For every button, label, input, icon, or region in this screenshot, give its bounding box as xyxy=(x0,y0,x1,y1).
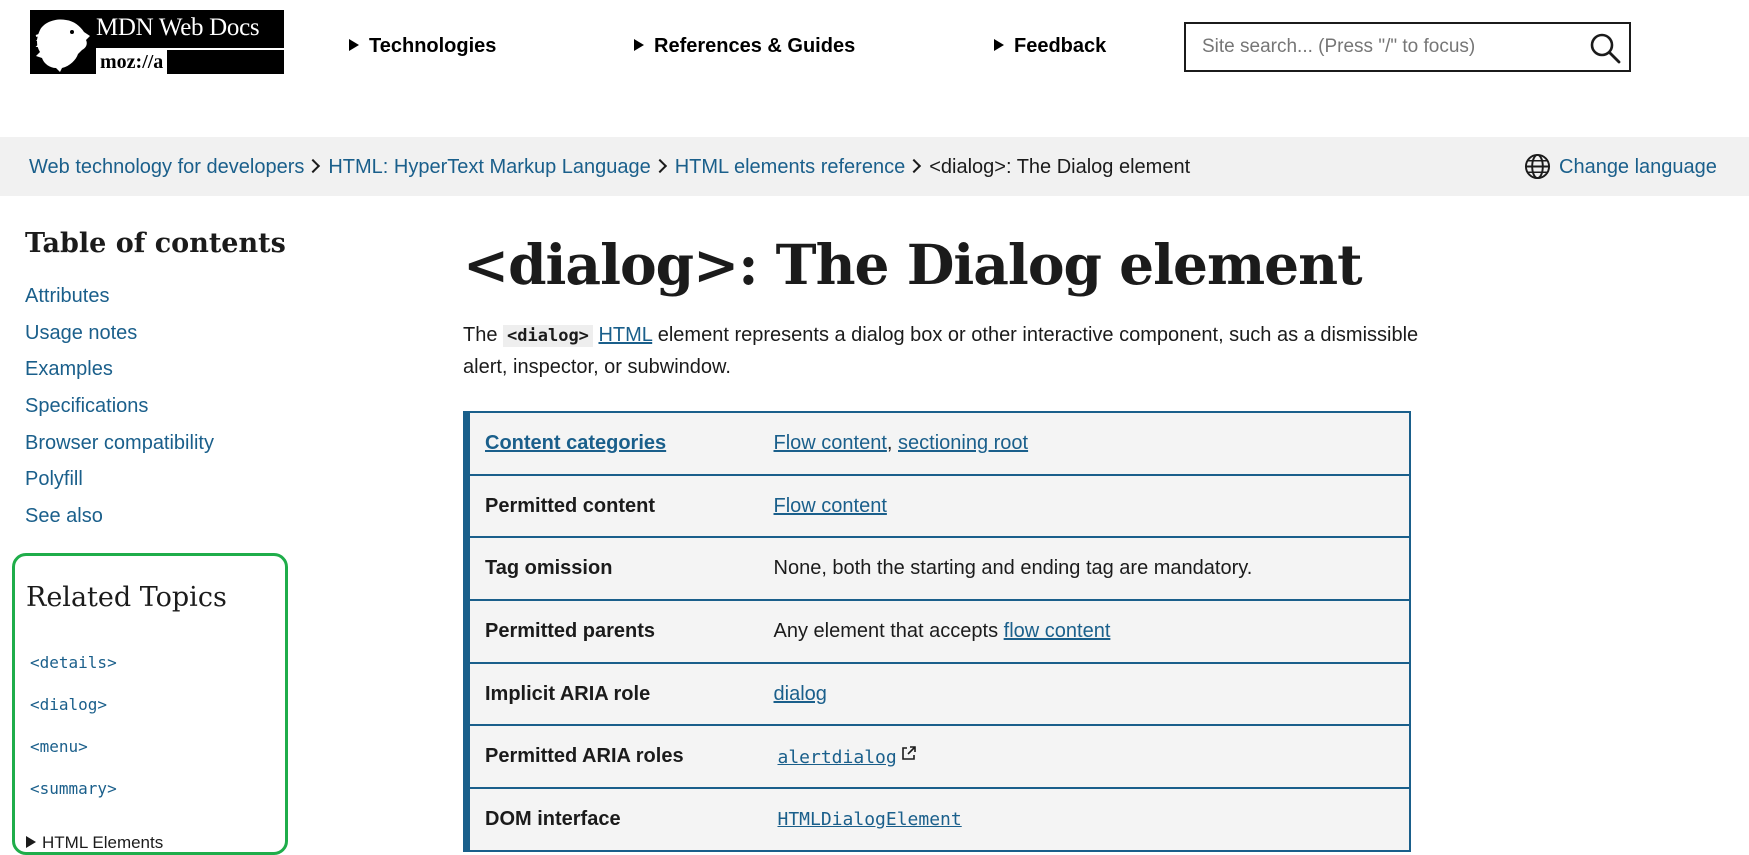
nav-label: Technologies xyxy=(369,35,497,57)
row-key: Implicit ARIA role xyxy=(466,661,774,726)
row-value: Flow content xyxy=(773,473,1410,538)
table-row: Permitted ARIA roles alertdialog xyxy=(466,724,1410,789)
nav-technologies[interactable]: Technologies xyxy=(349,35,496,58)
toc-item-polyfill[interactable]: Polyfill xyxy=(25,467,214,504)
html-link[interactable]: HTML xyxy=(598,324,652,346)
row-key: Permitted ARIA roles xyxy=(466,724,774,789)
group-label: HTML Elements xyxy=(42,833,164,852)
row-key: Tag omission xyxy=(466,536,774,601)
breadcrumb-html[interactable]: HTML: HyperText Markup Language xyxy=(328,156,650,178)
row-key: DOM interface xyxy=(466,787,774,851)
intro-paragraph: The <dialog> HTML element represents a d… xyxy=(463,320,1423,383)
flow-content-link[interactable]: Flow content xyxy=(774,495,887,517)
nav-feedback[interactable]: Feedback xyxy=(994,35,1106,58)
htmldialogelement-link[interactable]: HTMLDialogElement xyxy=(774,809,962,830)
nav-label: References & Guides xyxy=(654,35,856,57)
flow-content-link[interactable]: flow content xyxy=(1004,620,1111,642)
site-header: MDN Web Docs moz://a Technologies Refere… xyxy=(0,0,1749,137)
breadcrumb-html-elements-reference[interactable]: HTML elements reference xyxy=(675,156,905,178)
toc-item-specifications[interactable]: Specifications xyxy=(25,394,214,431)
expand-triangle-icon xyxy=(994,39,1004,51)
globe-icon xyxy=(1524,153,1551,180)
logo-sub-text: moz://a xyxy=(100,51,164,73)
toc-item-attributes[interactable]: Attributes xyxy=(25,284,214,321)
row-key: Permitted parents xyxy=(466,599,774,663)
dialog-role-link[interactable]: dialog xyxy=(774,683,827,705)
nav-references-guides[interactable]: References & Guides xyxy=(634,35,855,58)
related-item-details[interactable]: <details> xyxy=(30,653,117,695)
row-value: None, both the starting and ending tag a… xyxy=(773,536,1410,601)
toc-title: Table of contents xyxy=(25,228,286,259)
breadcrumb: Web technology for developers HTML: Hyper… xyxy=(29,156,1190,179)
chevron-right-icon xyxy=(652,158,667,174)
expand-triangle-icon xyxy=(634,39,644,51)
related-topics-panel: Related Topics <details> <dialog> <menu>… xyxy=(12,553,288,855)
breadcrumb-web-technology[interactable]: Web technology for developers xyxy=(29,156,304,178)
page-title: <dialog>: The Dialog element xyxy=(463,232,1363,297)
related-topics-list: <details> <dialog> <menu> <summary> xyxy=(30,653,117,821)
toc-list: Attributes Usage notes Examples Specific… xyxy=(25,284,214,541)
row-value: Any element that accepts flow content xyxy=(773,599,1410,663)
external-link-icon xyxy=(901,745,916,760)
related-topics-title: Related Topics xyxy=(26,582,227,613)
expand-triangle-icon xyxy=(349,39,359,51)
toc-item-browser-compatibility[interactable]: Browser compatibility xyxy=(25,431,214,468)
row-value: alertdialog xyxy=(773,724,1410,789)
row-value: dialog xyxy=(773,661,1410,726)
expand-triangle-icon xyxy=(26,836,36,848)
nav-label: Feedback xyxy=(1014,35,1107,57)
logo-title: MDN Web Docs xyxy=(96,14,260,41)
toc-item-examples[interactable]: Examples xyxy=(25,357,214,394)
properties-table: Content categories Flow content, section… xyxy=(463,411,1411,852)
breadcrumb-bar: Web technology for developers HTML: Hyper… xyxy=(0,137,1749,196)
related-item-dialog[interactable]: <dialog> xyxy=(30,695,117,737)
chevron-right-icon xyxy=(907,158,922,174)
flow-content-link[interactable]: Flow content xyxy=(774,432,887,454)
row-key: Content categories xyxy=(467,412,774,475)
html-elements-group-toggle[interactable]: HTML Elements xyxy=(26,833,163,853)
alertdialog-link[interactable]: alertdialog xyxy=(774,747,897,768)
mdn-logo[interactable]: MDN Web Docs moz://a xyxy=(30,10,284,74)
table-row: Implicit ARIA role dialog xyxy=(466,661,1410,726)
toc-item-usage-notes[interactable]: Usage notes xyxy=(25,321,214,358)
sectioning-root-link[interactable]: sectioning root xyxy=(898,432,1028,454)
breadcrumb-current: <dialog>: The Dialog element xyxy=(929,156,1191,178)
related-item-summary[interactable]: <summary> xyxy=(30,779,117,821)
separator: , xyxy=(886,431,899,454)
row-value: Flow content, sectioning root xyxy=(774,412,1411,475)
row-value-text: Any element that accepts xyxy=(773,619,1004,642)
dinosaur-icon xyxy=(30,10,94,74)
chevron-right-icon xyxy=(306,158,321,174)
table-row: DOM interface HTMLDialogElement xyxy=(466,787,1410,851)
row-value: HTMLDialogElement xyxy=(773,787,1410,851)
table-row: Permitted parents Any element that accep… xyxy=(466,599,1410,663)
table-row: Permitted content Flow content xyxy=(466,473,1410,538)
toc-item-see-also[interactable]: See also xyxy=(25,504,214,541)
table-row: Tag omission None, both the starting and… xyxy=(466,536,1410,601)
row-key: Permitted content xyxy=(466,473,774,538)
search-icon[interactable] xyxy=(1589,32,1621,64)
content-categories-link[interactable]: Content categories xyxy=(485,432,666,454)
site-search xyxy=(1184,22,1631,72)
change-language-button[interactable]: Change language xyxy=(1524,153,1717,180)
change-language-label: Change language xyxy=(1559,156,1717,178)
logo-sub: moz://a xyxy=(96,50,168,74)
intro-text: The xyxy=(463,324,504,346)
table-row: Content categories Flow content, section… xyxy=(467,412,1411,475)
search-input[interactable] xyxy=(1186,24,1576,70)
dialog-code: <dialog> xyxy=(503,325,593,347)
related-item-menu[interactable]: <menu> xyxy=(30,737,117,779)
